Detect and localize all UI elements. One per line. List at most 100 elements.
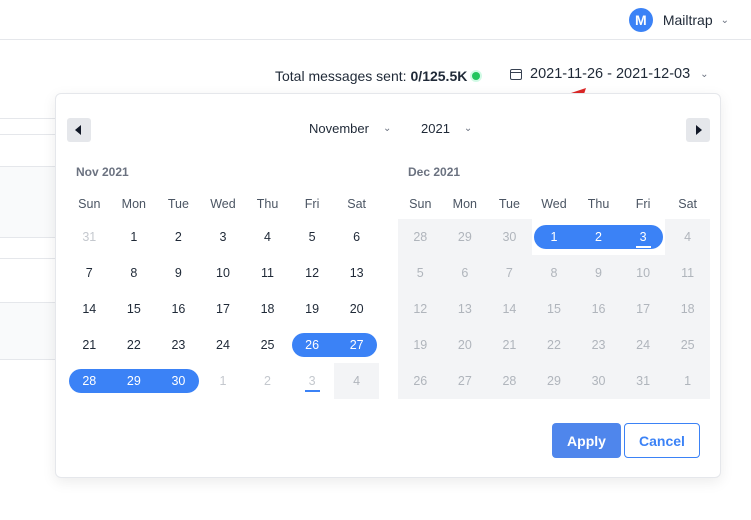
calendar-day[interactable]: 22: [112, 327, 157, 363]
weekday-label: Sat: [678, 197, 698, 211]
calendar-day[interactable]: 5: [290, 219, 335, 255]
weekday-label: Sun: [409, 197, 432, 211]
calendar-day[interactable]: 21: [67, 327, 112, 363]
weekday-label: Fri: [304, 197, 320, 211]
calendar-week-row: 7 8 9 10 11 12 13: [67, 255, 379, 291]
calendar-day[interactable]: 3: [290, 363, 335, 399]
calendar-day: 8: [531, 255, 577, 291]
calendar-day: 4: [334, 363, 379, 399]
calendar-day: 24: [620, 327, 666, 363]
calendar-day: 11: [665, 255, 710, 291]
year-select[interactable]: 2021 ⌄: [421, 121, 472, 136]
calendar-week-row: 19 20 21 22 23 24 25: [398, 327, 710, 363]
calendar-day[interactable]: 10: [201, 255, 246, 291]
calendar-day: 29: [531, 363, 577, 399]
cancel-button[interactable]: Cancel: [624, 423, 700, 458]
calendar-day: 31: [620, 363, 666, 399]
calendar-day[interactable]: 1: [201, 363, 246, 399]
calendar-day[interactable]: 4: [245, 219, 290, 255]
calendar-day: 30: [487, 219, 532, 255]
weekday-label: Mon: [452, 197, 477, 211]
account-menu[interactable]: M Mailtrap ⌄: [628, 8, 729, 32]
calendar-day: 5: [398, 255, 443, 291]
calendar-day[interactable]: 24: [201, 327, 246, 363]
apply-button[interactable]: Apply: [552, 423, 621, 458]
calendar-day: 21: [487, 327, 532, 363]
calendar-day[interactable]: 30: [156, 363, 201, 399]
calendar-day[interactable]: 9: [156, 255, 201, 291]
calendar-day[interactable]: 11: [245, 255, 290, 291]
calendar-day[interactable]: 18: [245, 291, 290, 327]
weekday-label: Sat: [347, 197, 367, 211]
calendar-day: 16: [576, 291, 621, 327]
weekday-label: Tue: [167, 197, 189, 211]
calendar-day[interactable]: 23: [156, 327, 201, 363]
weekday-label: Thu: [256, 197, 279, 211]
calendar-week-row: 12 13 14 15 16 17 18: [398, 291, 710, 327]
right-calendar-title: Dec 2021: [408, 165, 461, 179]
calendar-week-row: 5 6 7 8 9 10 11: [398, 255, 710, 291]
calendar-day[interactable]: 1: [532, 219, 577, 255]
chevron-down-icon: ⌄: [700, 68, 709, 80]
calendar-day[interactable]: 12: [290, 255, 335, 291]
calendar-week-row: 21 22 23 24 25 26 27: [67, 327, 379, 363]
next-month-button[interactable]: [686, 118, 710, 142]
calendar-day: 1: [665, 363, 710, 399]
calendar-day[interactable]: 6: [334, 219, 379, 255]
calendar-day[interactable]: 3: [201, 219, 246, 255]
stat-value: 0/125.5K: [410, 68, 468, 84]
left-calendar-days: 31 1 2 3 4 5 6 7 8 9 10 11 12 13 14 15 16 17 18 19 20 21 22 23 2…: [67, 219, 379, 399]
status-dot-icon: [472, 72, 481, 80]
weekday-label: Wed: [541, 197, 567, 211]
calendar-day: 27: [442, 363, 488, 399]
calendar-day[interactable]: 3: [620, 219, 666, 255]
calendar-day: 7: [487, 255, 532, 291]
calendar-day[interactable]: 2: [576, 219, 621, 255]
calendar-day[interactable]: 20: [334, 291, 379, 327]
chevron-right-icon: [696, 125, 702, 135]
calendar-day[interactable]: 13: [334, 255, 379, 291]
date-range-value: 2021-11-26 - 2021-12-03: [530, 66, 691, 82]
left-calendar-title: Nov 2021: [76, 165, 129, 179]
account-avatar: M: [628, 8, 653, 32]
calendar-day[interactable]: 26: [290, 327, 335, 363]
calendar-week-row: 28 29 30 1 2 3 4: [398, 219, 710, 255]
calendar-day[interactable]: 31: [67, 219, 112, 255]
calendar-day[interactable]: 8: [112, 255, 157, 291]
calendar-day: 30: [576, 363, 621, 399]
calendar-day[interactable]: 1: [112, 219, 157, 255]
calendar-day: 19: [398, 327, 443, 363]
calendar-day: 28: [398, 219, 443, 255]
calendar-day: 25: [665, 327, 710, 363]
calendar-day[interactable]: 14: [67, 291, 112, 327]
calendar-day: 17: [620, 291, 666, 327]
calendar-day[interactable]: 2: [245, 363, 290, 399]
calendar-day[interactable]: 19: [290, 291, 335, 327]
calendar-week-row: 26 27 28 29 30 31 1: [398, 363, 710, 399]
month-select-value: November: [309, 121, 369, 136]
calendar-day[interactable]: 29: [111, 363, 157, 399]
right-calendar-days: 28 29 30 1 2 3 4 5 6 7 8 9 10 11 12 13 14 15 16 17 18 19 20 21 2…: [398, 219, 710, 399]
calendar-icon: [510, 68, 522, 80]
chevron-down-icon: ⌄: [382, 123, 392, 134]
calendar-day[interactable]: 28: [67, 363, 112, 399]
calendar-day[interactable]: 16: [156, 291, 201, 327]
left-calendar: Sun Mon Tue Wed Thu Fri Sat 31 1 2 3 4 5 6 7 8 9 1…: [67, 189, 379, 399]
calendar-week-row: 28 29 30 1 2 3 4: [67, 363, 379, 399]
calendar-day[interactable]: 7: [67, 255, 112, 291]
prev-month-button[interactable]: [67, 118, 91, 142]
date-range-picker-toggle[interactable]: 2021-11-26 - 2021-12-03 ⌄: [510, 66, 709, 82]
calendar-day: 13: [442, 291, 488, 327]
calendar-day[interactable]: 25: [245, 327, 290, 363]
calendar-week-row: 31 1 2 3 4 5 6: [67, 219, 379, 255]
background-table: [0, 118, 60, 363]
calendar-day[interactable]: 27: [334, 327, 379, 363]
month-select[interactable]: November ⌄: [309, 121, 391, 136]
calendar-day[interactable]: 17: [201, 291, 246, 327]
calendar-day: 4: [665, 219, 710, 255]
messages-sent-stat: Total messages sent: 0/125.5K: [275, 68, 481, 84]
year-select-value: 2021: [421, 121, 450, 136]
calendar-day[interactable]: 2: [156, 219, 201, 255]
weekday-header: Sun Mon Tue Wed Thu Fri Sat: [67, 189, 379, 219]
calendar-day[interactable]: 15: [112, 291, 157, 327]
